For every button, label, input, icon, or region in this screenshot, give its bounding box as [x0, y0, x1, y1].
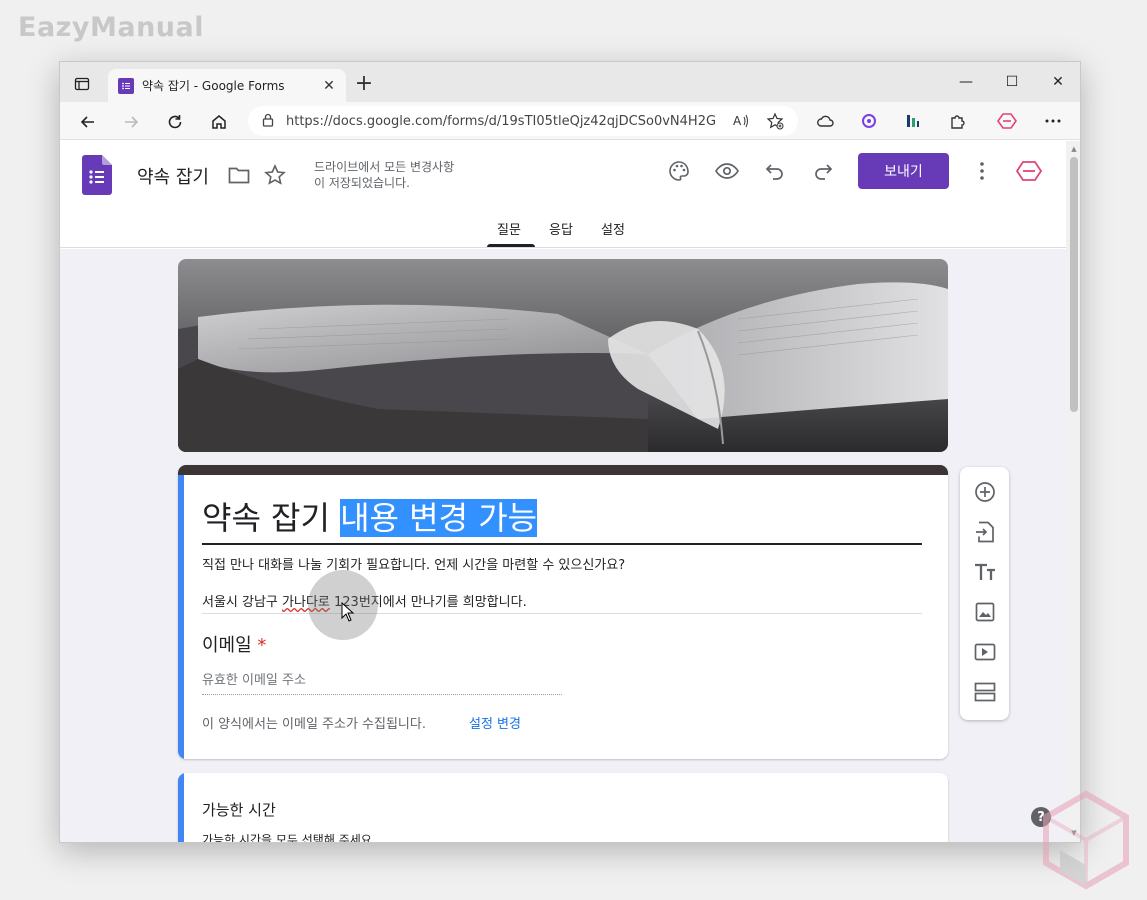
form-title-selection: 내용 변경 가능: [340, 499, 538, 537]
close-window-button[interactable]: ✕: [1035, 70, 1080, 94]
watermark-text: EazyManual: [18, 12, 204, 43]
forward-button[interactable]: [115, 106, 147, 138]
more-options-icon[interactable]: [969, 158, 995, 184]
floating-toolbar: [960, 467, 1009, 720]
home-button[interactable]: [203, 106, 235, 138]
tab-bar: 약속 잡기 - Google Forms ✕ + — ☐ ✕: [60, 62, 1080, 102]
svg-text:A: A: [733, 114, 742, 128]
add-image-icon[interactable]: [972, 599, 998, 625]
refresh-button[interactable]: [159, 106, 191, 138]
browser-tab[interactable]: 약속 잡기 - Google Forms ✕: [108, 69, 346, 102]
cloud-icon[interactable]: [814, 110, 836, 132]
folder-icon[interactable]: [226, 162, 252, 188]
email-field-underline: [202, 694, 562, 695]
watermark-logo-icon: [1040, 790, 1132, 890]
card-top-accent: [178, 465, 948, 475]
send-button[interactable]: 보내기: [858, 153, 949, 189]
star-icon[interactable]: [262, 162, 288, 188]
email-field[interactable]: 유효한 이메일 주소: [202, 669, 306, 688]
back-button[interactable]: [72, 106, 104, 138]
save-status-line2: 이 저장되었습니다.: [314, 176, 410, 190]
add-video-icon[interactable]: [972, 639, 998, 665]
question-card[interactable]: 가능한 시간 가능한 시간을 모두 선택해 주세요.: [178, 773, 948, 842]
form-editor-area: 약속 잡기 내용 변경 가능 직접 만나 대화를 나눌 기회가 필요합니다. 언…: [60, 249, 1066, 842]
email-collect-note: 이 양식에서는 이메일 주소가 수집됩니다.: [202, 717, 426, 732]
read-aloud-icon[interactable]: A: [732, 112, 750, 134]
form-title-text: 약속 잡기: [202, 499, 341, 537]
redo-icon[interactable]: [810, 158, 836, 184]
scroll-up-arrow-icon[interactable]: ▲: [1070, 145, 1078, 153]
save-status-line1: 드라이브에서 모든 변경사항: [314, 160, 455, 174]
extension-bars-icon[interactable]: [902, 110, 924, 132]
question-description[interactable]: 가능한 시간을 모두 선택해 주세요.: [202, 831, 376, 842]
more-menu-icon[interactable]: [1042, 110, 1064, 132]
tab-responses[interactable]: 응답: [549, 219, 573, 238]
document-title[interactable]: 약속 잡기: [137, 163, 209, 189]
mouse-cursor-icon: [341, 601, 355, 622]
import-questions-icon[interactable]: [972, 519, 998, 545]
undo-icon[interactable]: [762, 158, 788, 184]
address-bar[interactable]: https://docs.google.com/forms/d/19sTI05t…: [248, 106, 798, 136]
add-title-text-icon[interactable]: [972, 559, 998, 585]
form-title-input[interactable]: 약속 잡기 내용 변경 가능: [202, 493, 538, 539]
palette-icon[interactable]: [666, 158, 692, 184]
card-active-indicator: [178, 773, 184, 842]
tab-settings[interactable]: 설정: [601, 219, 625, 238]
add-question-icon[interactable]: [972, 479, 998, 505]
minimize-button[interactable]: —: [943, 70, 989, 94]
google-forms-logo-icon[interactable]: [82, 155, 112, 195]
page-scrollbar[interactable]: ▲ ▼: [1066, 141, 1080, 842]
favorite-star-icon[interactable]: [766, 112, 784, 134]
email-label: 이메일 *: [202, 631, 266, 657]
question-title[interactable]: 가능한 시간: [202, 799, 276, 820]
email-label-text: 이메일: [202, 635, 252, 656]
tab-questions[interactable]: 질문: [497, 219, 521, 238]
url-text[interactable]: https://docs.google.com/forms/d/19sTI05t…: [286, 114, 716, 129]
tab-actions-icon[interactable]: [68, 70, 96, 98]
tab-close-icon[interactable]: ✕: [318, 75, 340, 97]
new-tab-button[interactable]: +: [352, 72, 376, 96]
account-avatar-icon[interactable]: [1016, 158, 1042, 184]
scroll-thumb[interactable]: [1070, 157, 1078, 412]
profile-icon[interactable]: [996, 110, 1018, 132]
card-active-indicator: [178, 475, 184, 759]
extensions-puzzle-icon[interactable]: [946, 110, 968, 132]
header-image[interactable]: [178, 259, 948, 452]
preview-eye-icon[interactable]: [714, 158, 740, 184]
description-part: 서울시 강남구: [202, 595, 283, 610]
form-tabs: 질문 응답 설정: [60, 217, 1066, 248]
change-settings-link[interactable]: 설정 변경: [469, 713, 521, 732]
forms-header: 약속 잡기 드라이브에서 모든 변경사항 이 저장되었습니다. 보내기 질문 응…: [60, 141, 1066, 248]
add-section-icon[interactable]: [972, 679, 998, 705]
required-asterisk: *: [257, 635, 267, 656]
browser-window: 약속 잡기 - Google Forms ✕ + — ☐ ✕ https://d…: [59, 61, 1081, 843]
active-tab-indicator: [487, 244, 535, 247]
navigation-bar: https://docs.google.com/forms/d/19sTI05t…: [60, 102, 1080, 140]
google-forms-favicon-icon: [118, 77, 134, 94]
title-underline: [202, 543, 922, 545]
lock-icon[interactable]: [262, 112, 274, 131]
form-title-card[interactable]: 약속 잡기 내용 변경 가능 직접 만나 대화를 나눌 기회가 필요합니다. 언…: [178, 465, 948, 759]
tab-title: 약속 잡기 - Google Forms: [142, 79, 285, 93]
maximize-button[interactable]: ☐: [989, 70, 1035, 94]
form-description-line1[interactable]: 직접 만나 대화를 나눌 기회가 필요합니다. 언제 시간을 마련할 수 있으신…: [202, 554, 625, 573]
save-status: 드라이브에서 모든 변경사항 이 저장되었습니다.: [314, 159, 454, 191]
extension-link-icon[interactable]: [858, 110, 880, 132]
